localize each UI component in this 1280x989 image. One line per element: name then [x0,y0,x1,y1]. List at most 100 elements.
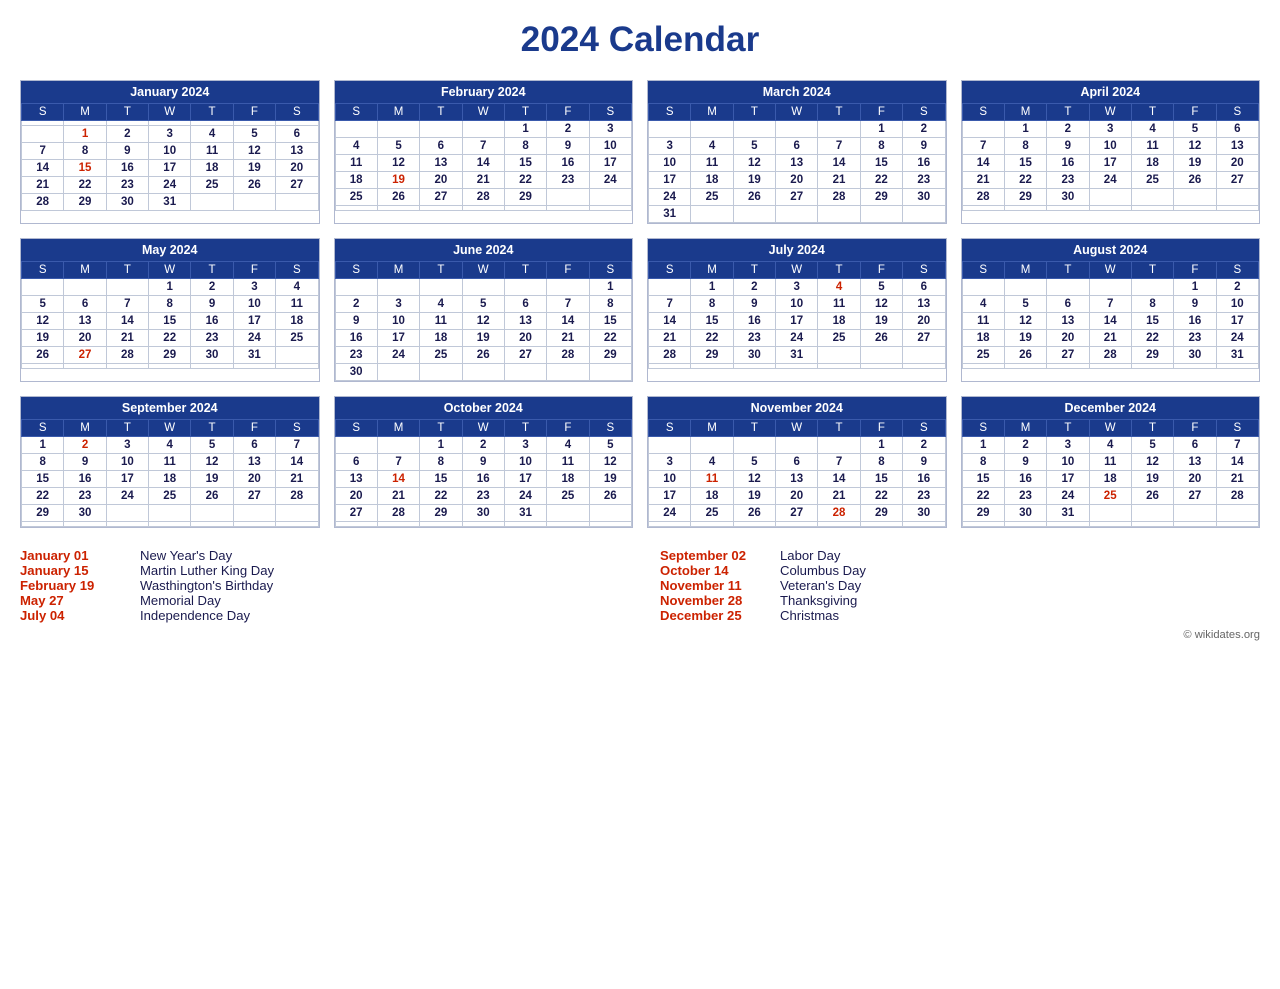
calendar-day[interactable]: 2 [1216,279,1258,296]
calendar-day[interactable]: 6 [64,296,106,313]
calendar-day[interactable]: 21 [818,172,860,189]
calendar-day[interactable]: 21 [818,488,860,505]
calendar-day[interactable] [335,206,377,211]
calendar-day[interactable]: 29 [504,189,546,206]
calendar-day[interactable]: 29 [149,347,191,364]
calendar-day[interactable] [818,206,860,223]
calendar-day[interactable]: 14 [377,471,419,488]
calendar-day[interactable]: 16 [1174,313,1216,330]
calendar-day[interactable] [589,505,631,522]
calendar-day[interactable] [547,364,589,381]
calendar-day[interactable]: 6 [1216,121,1258,138]
calendar-day[interactable] [420,364,462,381]
calendar-day[interactable]: 28 [649,347,691,364]
calendar-day[interactable]: 14 [462,155,504,172]
calendar-day[interactable] [1004,364,1046,369]
calendar-day[interactable]: 5 [1004,296,1046,313]
calendar-day[interactable]: 22 [589,330,631,347]
calendar-day[interactable]: 12 [733,471,775,488]
calendar-day[interactable]: 5 [733,138,775,155]
calendar-day[interactable]: 5 [733,454,775,471]
calendar-day[interactable]: 9 [1174,296,1216,313]
calendar-day[interactable]: 11 [547,454,589,471]
calendar-day[interactable]: 4 [420,296,462,313]
calendar-day[interactable]: 2 [1004,437,1046,454]
calendar-day[interactable] [776,522,818,527]
calendar-day[interactable] [733,364,775,369]
calendar-day[interactable]: 15 [860,155,902,172]
calendar-day[interactable]: 28 [962,189,1004,206]
calendar-day[interactable] [191,522,233,527]
calendar-day[interactable] [962,364,1004,369]
calendar-day[interactable] [462,121,504,138]
calendar-day[interactable]: 30 [1174,347,1216,364]
calendar-day[interactable] [1131,522,1173,527]
calendar-day[interactable] [22,279,64,296]
calendar-day[interactable]: 18 [691,172,733,189]
calendar-day[interactable] [776,121,818,138]
calendar-day[interactable]: 13 [903,296,945,313]
calendar-day[interactable]: 9 [64,454,106,471]
calendar-day[interactable]: 5 [462,296,504,313]
calendar-day[interactable]: 28 [818,189,860,206]
calendar-day[interactable]: 12 [191,454,233,471]
calendar-day[interactable] [1216,522,1258,527]
calendar-day[interactable]: 26 [1174,172,1216,189]
calendar-day[interactable]: 4 [1089,437,1131,454]
calendar-day[interactable]: 10 [1216,296,1258,313]
calendar-day[interactable]: 25 [420,347,462,364]
calendar-day[interactable]: 27 [1174,488,1216,505]
calendar-day[interactable]: 19 [1174,155,1216,172]
calendar-day[interactable]: 25 [547,488,589,505]
calendar-day[interactable] [377,522,419,527]
calendar-day[interactable]: 22 [1004,172,1046,189]
calendar-day[interactable] [276,347,318,364]
calendar-day[interactable] [1216,189,1258,206]
calendar-day[interactable]: 29 [691,347,733,364]
calendar-day[interactable]: 24 [106,488,148,505]
calendar-day[interactable]: 7 [106,296,148,313]
calendar-day[interactable]: 15 [860,471,902,488]
calendar-day[interactable]: 4 [276,279,318,296]
calendar-day[interactable]: 3 [649,138,691,155]
calendar-day[interactable]: 16 [191,313,233,330]
calendar-day[interactable]: 16 [903,471,945,488]
calendar-day[interactable] [733,206,775,223]
calendar-day[interactable]: 6 [1047,296,1089,313]
calendar-day[interactable]: 10 [589,138,631,155]
calendar-day[interactable]: 20 [1174,471,1216,488]
calendar-day[interactable]: 18 [818,313,860,330]
calendar-day[interactable]: 2 [106,126,148,143]
calendar-day[interactable]: 14 [1089,313,1131,330]
calendar-day[interactable]: 2 [335,296,377,313]
calendar-day[interactable]: 13 [1216,138,1258,155]
calendar-day[interactable]: 23 [547,172,589,189]
calendar-day[interactable]: 7 [962,138,1004,155]
calendar-day[interactable]: 1 [589,279,631,296]
calendar-day[interactable]: 24 [589,172,631,189]
calendar-day[interactable]: 23 [191,330,233,347]
calendar-day[interactable] [962,206,1004,211]
calendar-day[interactable]: 12 [233,143,275,160]
calendar-day[interactable] [860,364,902,369]
calendar-day[interactable]: 9 [733,296,775,313]
calendar-day[interactable] [106,364,148,369]
calendar-day[interactable]: 15 [1131,313,1173,330]
calendar-day[interactable]: 19 [233,160,275,177]
calendar-day[interactable]: 6 [335,454,377,471]
calendar-day[interactable]: 17 [106,471,148,488]
calendar-day[interactable]: 18 [1089,471,1131,488]
calendar-day[interactable]: 9 [903,138,945,155]
calendar-day[interactable]: 1 [149,279,191,296]
calendar-day[interactable] [462,364,504,381]
calendar-day[interactable]: 17 [377,330,419,347]
calendar-day[interactable] [818,121,860,138]
calendar-day[interactable]: 16 [903,155,945,172]
calendar-day[interactable] [1089,279,1131,296]
calendar-day[interactable]: 5 [233,126,275,143]
calendar-day[interactable]: 21 [1216,471,1258,488]
calendar-day[interactable] [335,279,377,296]
calendar-day[interactable]: 26 [233,177,275,194]
calendar-day[interactable]: 31 [1216,347,1258,364]
calendar-day[interactable]: 30 [903,505,945,522]
